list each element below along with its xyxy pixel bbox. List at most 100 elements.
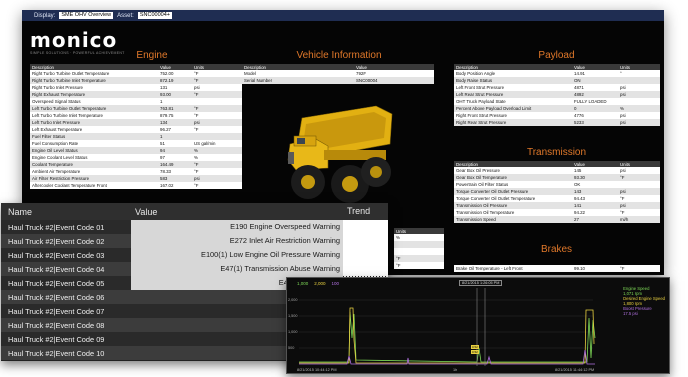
event-name: Haul Truck #2|Event Code 04	[8, 264, 105, 274]
table-cell	[618, 98, 660, 105]
trend-column-header[interactable]: Trend	[343, 203, 388, 220]
table-row: Right Turbo Turbine Outlet Temperature 75…	[30, 70, 242, 77]
table-cell: Left Exhaust Temperature	[30, 126, 158, 133]
event-name: Haul Truck #2|Event Code 03	[8, 250, 105, 260]
table-row: Model 792F	[242, 70, 434, 77]
table-cell: Left Turbo Turbine Inlet Temperature	[30, 112, 158, 119]
event-name: Haul Truck #2|Event Code 07	[8, 306, 105, 316]
partial-unit: %	[394, 234, 444, 241]
table-cell: 94.22	[572, 209, 618, 216]
table-cell: °F	[192, 112, 242, 119]
event-value: E100(1) Low Engine Oil Pressure Warning	[131, 248, 343, 262]
chart-end-time: 8/21/2015 11:44:12 PM	[555, 368, 595, 372]
table-cell: %	[618, 105, 660, 112]
table-cell: psi	[618, 84, 660, 91]
event-table-header: Name Value Trend	[1, 203, 388, 220]
table-cell: psi	[618, 167, 660, 174]
table-row: Fuel Filter Status 1	[30, 133, 242, 140]
y-tick: 500	[288, 346, 294, 350]
table-cell: 27	[572, 216, 618, 223]
table-cell: 5233	[572, 119, 618, 126]
table-cell: 1	[158, 98, 192, 105]
table-cell: US gal/min	[192, 140, 242, 147]
event-trend-sparkline[interactable]	[343, 234, 388, 248]
table-cell: Engine Oil Level Status	[30, 147, 158, 154]
asset-select[interactable]: SNC00004+	[137, 12, 172, 19]
event-name: Haul Truck #2|Event Code 01	[8, 222, 105, 232]
table-cell: ON	[572, 77, 618, 84]
event-trend-sparkline[interactable]	[343, 248, 388, 262]
table-cell: °F	[192, 105, 242, 112]
table-cell: psi	[618, 91, 660, 98]
event-value: E47(1) Transmission Abuse Warning	[131, 262, 343, 276]
value-column-header[interactable]: Value	[131, 207, 343, 217]
table-row: Right Front Strut Pressure 4776 psi	[454, 112, 660, 119]
table-cell: °F	[192, 91, 242, 98]
event-value: E272 Inlet Air Restriction Warning	[131, 234, 343, 248]
table-cell: psi	[618, 202, 660, 209]
event-row[interactable]: Haul Truck #2|Event Code 02 E272 Inlet Ai…	[1, 234, 388, 248]
table-cell: 583	[158, 175, 192, 182]
table-cell: psi	[618, 119, 660, 126]
table-cell: Body Raise Status	[454, 77, 572, 84]
event-trend-sparkline[interactable]	[343, 220, 388, 234]
table-cell: Right Turbo Turbine Outlet Temperature	[30, 70, 158, 77]
table-cell: Right Turbo Turbine Inlet Temperature	[30, 77, 158, 84]
table-row: Right Turbo Turbine Inlet Temperature 872…	[30, 77, 242, 84]
table-cell: 131	[158, 84, 192, 91]
table-cell: Overspeed Signal Status	[30, 98, 158, 105]
table-cell: Brake Oil Temperature - Left Front	[454, 265, 572, 272]
table-cell: °F	[192, 168, 242, 175]
table-cell: 93.00	[158, 91, 192, 98]
table-row: Transmission Oil Pressure 141 psi	[454, 202, 660, 209]
table-cell: FULLY LOADED	[572, 98, 618, 105]
vehicle-info-title: Vehicle Information	[296, 50, 382, 61]
table-cell: °F	[192, 70, 242, 77]
table-cell: Right Turbo Inlet Pressure	[30, 84, 158, 91]
name-column-header[interactable]: Name	[1, 207, 131, 217]
table-row: Left Turbo Turbine Inlet Temperature 879.…	[30, 112, 242, 119]
event-trend-sparkline[interactable]	[343, 262, 388, 276]
table-cell: Left Front Strut Pressure	[454, 84, 572, 91]
table-row: Engine Oil Level Status 94%	[30, 147, 242, 154]
table-row: Body Position Angle 14.91 °	[454, 70, 660, 77]
event-row[interactable]: Haul Truck #2|Event Code 04 E47(1) Transm…	[1, 262, 388, 276]
table-cell: psi	[192, 119, 242, 126]
display-select[interactable]: SME OHV Overview	[59, 12, 114, 19]
partial-unit: °F	[394, 255, 444, 262]
transmission-title: Transmission	[526, 147, 587, 158]
table-row: Serial Number SNC00004	[242, 77, 434, 84]
table-cell: OK	[572, 181, 618, 188]
table-cell: OHT Truck Payload State	[454, 98, 572, 105]
table-cell: Engine Coolant Level Status	[30, 154, 158, 161]
marker-value: 0.52	[472, 350, 478, 354]
table-cell: psi	[618, 112, 660, 119]
logo-word: monico	[30, 28, 118, 52]
event-row[interactable]: Haul Truck #2|Event Code 03 E100(1) Low E…	[1, 248, 388, 262]
series-value: 17.5 psi	[623, 311, 638, 316]
table-cell: Left Rear Strut Pressure	[454, 91, 572, 98]
table-row: Right Turbo Inlet Pressure 131 psi	[30, 84, 242, 91]
event-name: Haul Truck #2|Event Code 08	[8, 320, 105, 330]
table-cell: Fuel Filter Status	[30, 133, 158, 140]
table-cell: Percent Above Payload Overload Limit	[454, 105, 572, 112]
table-cell: Gear Box Oil Pressure	[454, 167, 572, 174]
table-cell	[618, 181, 660, 188]
event-row[interactable]: Haul Truck #2|Event Code 01 E190 Engine O…	[1, 220, 388, 234]
table-row: Left Turbo Inlet Pressure 134 psi	[30, 119, 242, 126]
table-cell: 792F	[354, 70, 434, 77]
trend-plot[interactable]: 2,000 1,500 1,000 500 0.52 0.52	[287, 278, 670, 374]
table-cell	[618, 77, 660, 84]
partial-unit: °F	[394, 262, 444, 269]
table-cell: °F	[618, 265, 660, 272]
table-row: Percent Above Payload Overload Limit 0%	[454, 105, 660, 112]
event-name: Haul Truck #2|Event Code 09	[8, 334, 105, 344]
table-cell: 97	[158, 154, 192, 161]
table-cell: Right Exhaust Temperature	[30, 91, 158, 98]
table-cell: 4776	[572, 112, 618, 119]
table-row: Engine Coolant Level Status 97%	[30, 154, 242, 161]
table-cell: SNC00004	[354, 77, 434, 84]
table-row: Left Exhaust Temperature 96.27 °F	[30, 126, 242, 133]
table-row: Left Turbo Turbine Outlet Temperature 763…	[30, 105, 242, 112]
table-cell: psi	[618, 188, 660, 195]
